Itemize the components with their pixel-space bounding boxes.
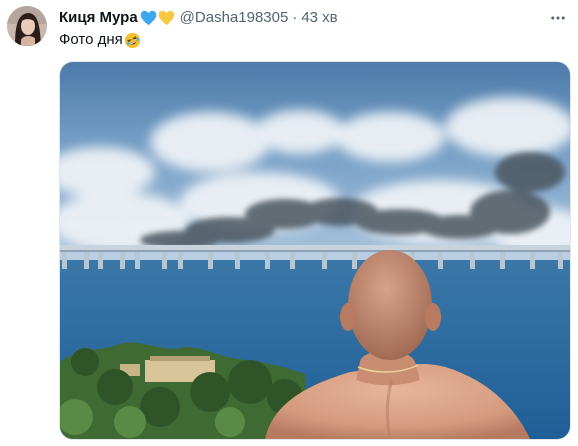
photo-image: [60, 62, 570, 439]
more-options-button[interactable]: [548, 8, 568, 28]
tweet[interactable]: Киця Мура @Dasha198305 · 43 хв Фото дня: [0, 0, 578, 446]
tweet-photo[interactable]: [59, 61, 571, 440]
timestamp[interactable]: 43 хв: [301, 8, 337, 28]
author-handle[interactable]: @Dasha198305: [180, 8, 289, 28]
author-name[interactable]: Киця Мура: [59, 8, 138, 28]
tweet-header: Киця Мура @Dasha198305 · 43 хв: [59, 8, 566, 28]
name-badges: [140, 10, 175, 26]
separator-dot: ·: [292, 9, 298, 26]
tweet-text: Фото дня: [59, 30, 141, 50]
avatar[interactable]: [7, 6, 47, 46]
avatar-image: [7, 6, 47, 46]
rolling-on-floor-laughing-emoji-icon: [124, 32, 141, 49]
more-horizontal-icon: [551, 16, 565, 20]
yellow-heart-icon: [158, 10, 174, 26]
tweet-text-content: Фото дня: [59, 31, 123, 48]
blue-heart-icon: [140, 10, 156, 26]
